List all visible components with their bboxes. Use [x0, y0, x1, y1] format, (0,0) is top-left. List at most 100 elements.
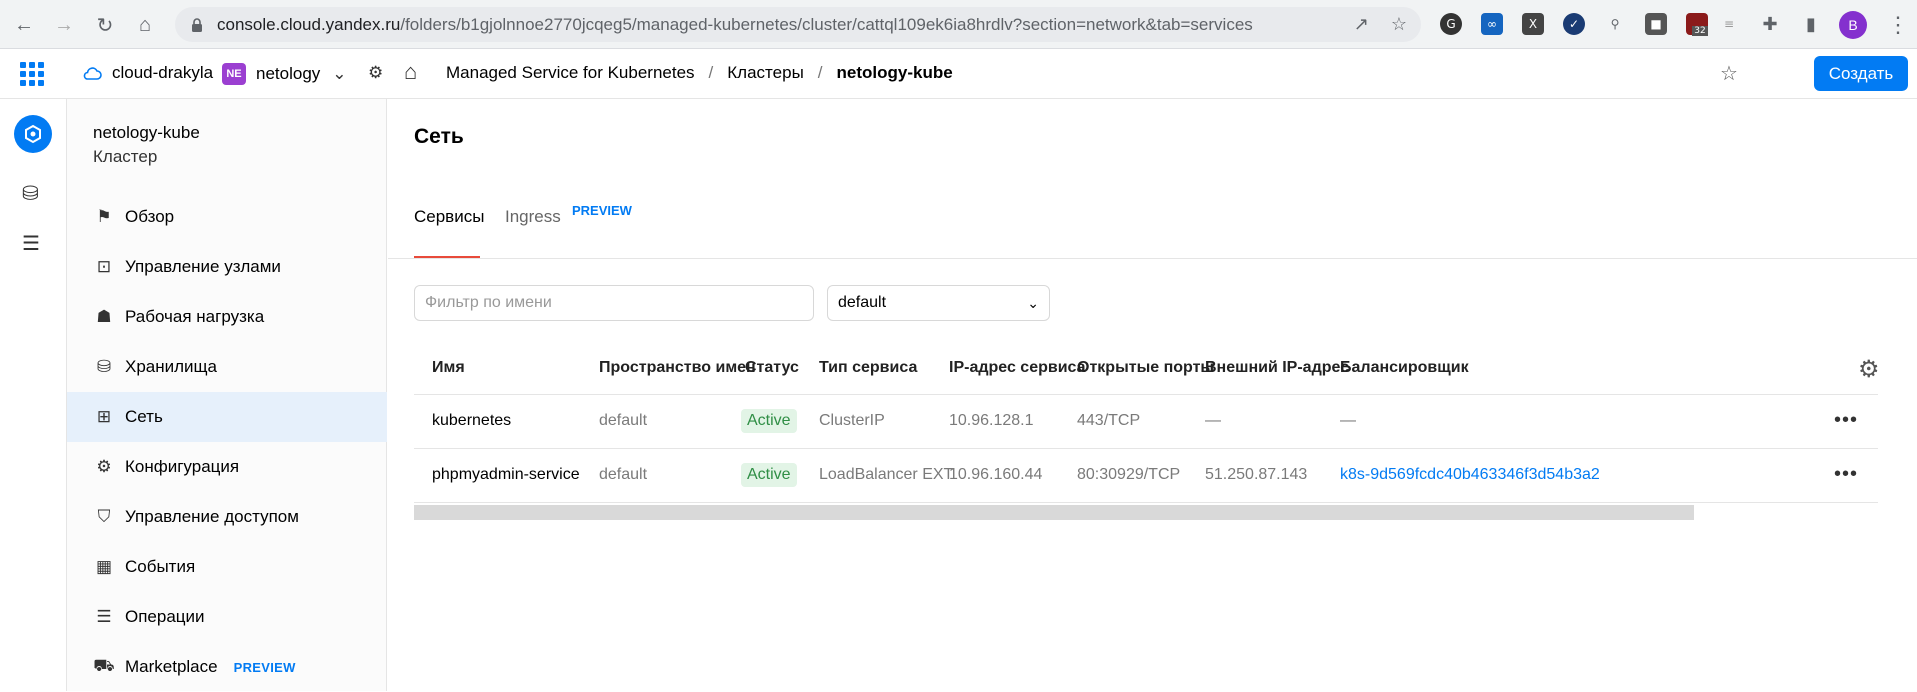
name-filter-input[interactable] — [414, 285, 814, 321]
sidebar-item-operations[interactable]: ☰ Операции — [67, 592, 387, 642]
col-ip[interactable]: IP-адрес сервиса — [949, 359, 1086, 377]
check-extension-icon[interactable]: ✓ — [1563, 13, 1585, 35]
tab-ingress[interactable]: Ingress — [505, 207, 561, 227]
cluster-name: netology-kube — [93, 123, 200, 142]
sidebar-item-storage[interactable]: ⛁ Хранилища — [67, 342, 387, 392]
sidebar-item-overview[interactable]: ⚑ Обзор — [67, 192, 387, 242]
left-rail: ⛁ ☰ — [0, 99, 67, 691]
extension-icon[interactable]: ■ — [1645, 13, 1667, 35]
shield-icon: ⛉ — [97, 507, 111, 526]
extension-icon[interactable]: ∞ — [1481, 13, 1503, 35]
breadcrumb-cluster[interactable]: netology-kube — [837, 63, 953, 83]
chevron-down-icon: ⌄ — [332, 64, 347, 83]
breadcrumb-service[interactable]: Managed Service for Kubernetes — [446, 63, 695, 83]
service-name[interactable]: kubernetes — [432, 412, 511, 430]
apps-grid-icon[interactable] — [20, 62, 44, 86]
namespace-select[interactable]: default ⌄ — [827, 285, 1050, 321]
col-balancer[interactable]: Балансировщик — [1340, 359, 1469, 377]
col-name[interactable]: Имя — [432, 359, 465, 377]
favorite-star-icon[interactable]: ☆ — [1720, 61, 1738, 86]
extension-icon[interactable]: 32 — [1686, 13, 1708, 36]
gear-icon[interactable]: ⚙ — [1858, 355, 1880, 384]
console-header: cloud-drakyla NE netology ⌄ ⚙ ⌂ Managed … — [0, 49, 1917, 99]
balancer: — — [1340, 412, 1356, 429]
calendar-icon: ▦ — [95, 557, 113, 576]
url-text: console.cloud.yandex.ru/folders/b1gjolnn… — [217, 14, 1253, 34]
share-icon[interactable]: ↗ — [1354, 14, 1369, 35]
cluster-sidebar: netology-kube Кластер ⚑ Обзор ⊡ Управление… — [67, 99, 387, 691]
home-icon[interactable]: ⌂ — [404, 59, 417, 85]
table-header: Имя Пространство имен Статус Тип сервиса… — [414, 339, 1880, 395]
list-icon: ☰ — [96, 607, 112, 626]
sidebar-item-config[interactable]: ⚙ Конфигурация — [67, 442, 387, 492]
page-title: Сеть — [414, 125, 464, 148]
kubernetes-icon[interactable] — [14, 115, 52, 153]
col-external-ip[interactable]: Внешний IP-адрес — [1205, 359, 1349, 377]
service-ip: 10.96.160.44 — [949, 466, 1043, 483]
col-namespace[interactable]: Пространство имен — [599, 359, 756, 377]
col-status[interactable]: Статус — [745, 359, 799, 377]
sidebar-item-nodes[interactable]: ⊡ Управление узлами — [67, 242, 387, 292]
extension-icon[interactable]: G — [1440, 13, 1462, 35]
cluster-type: Кластер — [93, 147, 158, 166]
bookmark-star-icon[interactable]: ☆ — [1391, 14, 1407, 35]
service-ports: 443/TCP — [1077, 412, 1141, 429]
profile-avatar[interactable]: B — [1839, 11, 1867, 39]
forward-icon[interactable]: → — [50, 11, 78, 39]
extension-icon[interactable]: ≡ — [1718, 13, 1740, 35]
cloud-icon — [83, 67, 102, 80]
main-content: Сеть Сервисы Ingress PREVIEW default ⌄ И… — [388, 99, 1917, 691]
reload-icon[interactable]: ↻ — [91, 11, 119, 39]
address-bar[interactable]: console.cloud.yandex.ru/folders/b1gjolnn… — [175, 7, 1421, 42]
network-icon: ⊞ — [96, 407, 112, 426]
nodes-icon: ⊡ — [96, 257, 112, 276]
preview-tag: PREVIEW — [233, 659, 296, 675]
status-badge: Active — [741, 463, 797, 487]
puzzle-icon[interactable]: ✚ — [1759, 13, 1781, 35]
database-icon: ⛁ — [96, 357, 112, 376]
table-row[interactable]: kubernetes default Active ClusterIP 10.9… — [414, 395, 1878, 449]
folder-selector[interactable]: NE netology ⌄ — [222, 63, 347, 85]
status-badge: Active — [741, 409, 797, 433]
horizontal-scrollbar[interactable] — [414, 505, 1694, 520]
sidebar-item-access[interactable]: ⛉ Управление доступом — [67, 492, 387, 542]
cloud-selector[interactable]: cloud-drakyla — [82, 63, 213, 83]
breadcrumb-clusters[interactable]: Кластеры — [727, 63, 804, 83]
chevron-down-icon: ⌄ — [1027, 294, 1039, 311]
browser-menu-icon[interactable]: ⋮ — [1887, 12, 1909, 38]
back-icon[interactable]: ← — [10, 11, 38, 39]
tab-services[interactable]: Сервисы — [414, 207, 484, 227]
col-type[interactable]: Тип сервиса — [819, 359, 917, 377]
service-namespace: default — [599, 412, 648, 429]
lock-icon — [192, 17, 202, 32]
table-row[interactable]: phpmyadmin-service default Active LoadBa… — [414, 449, 1878, 503]
containers-icon[interactable]: ⛁ — [22, 181, 39, 206]
services-icon[interactable]: ⚙ — [368, 63, 383, 83]
sidebar-item-workload[interactable]: ☗ Рабочая нагрузка — [67, 292, 387, 342]
service-ip: 10.96.128.1 — [949, 412, 1034, 429]
gears-icon: ⚙ — [96, 457, 112, 476]
home-icon[interactable]: ⌂ — [131, 11, 159, 39]
external-ip: — — [1205, 412, 1221, 429]
flag-icon: ⚑ — [96, 207, 112, 226]
balancer-link[interactable]: k8s-9d569fcdc40b463346f3d54b3a2 — [1340, 466, 1610, 484]
sidebar-item-marketplace[interactable]: ⛟ Marketplace PREVIEW — [67, 642, 387, 692]
checklist-icon[interactable]: ☰ — [22, 231, 40, 256]
col-ports[interactable]: Открытые порты — [1077, 359, 1214, 377]
row-actions-icon[interactable]: ••• — [1834, 409, 1858, 432]
sidebar-item-events[interactable]: ▦ События — [67, 542, 387, 592]
sidepanel-icon[interactable]: ▮ — [1800, 13, 1822, 35]
service-namespace: default — [599, 466, 648, 483]
telescope-icon[interactable]: ⚲ — [1604, 13, 1626, 35]
browser-toolbar: ← → ↻ ⌂ console.cloud.yandex.ru/folders/… — [0, 0, 1917, 49]
external-ip: 51.250.87.143 — [1205, 466, 1308, 483]
preview-tag: PREVIEW — [572, 203, 632, 218]
service-ports: 80:30929/TCP — [1077, 466, 1181, 483]
active-tab-indicator — [414, 256, 480, 258]
row-actions-icon[interactable]: ••• — [1834, 463, 1858, 486]
service-name[interactable]: phpmyadmin-service — [432, 466, 580, 484]
folder-badge: NE — [222, 63, 246, 85]
create-button[interactable]: Создать — [1814, 56, 1908, 91]
extension-icon[interactable]: X — [1522, 13, 1544, 35]
sidebar-item-network[interactable]: ⊞ Сеть — [67, 392, 387, 442]
